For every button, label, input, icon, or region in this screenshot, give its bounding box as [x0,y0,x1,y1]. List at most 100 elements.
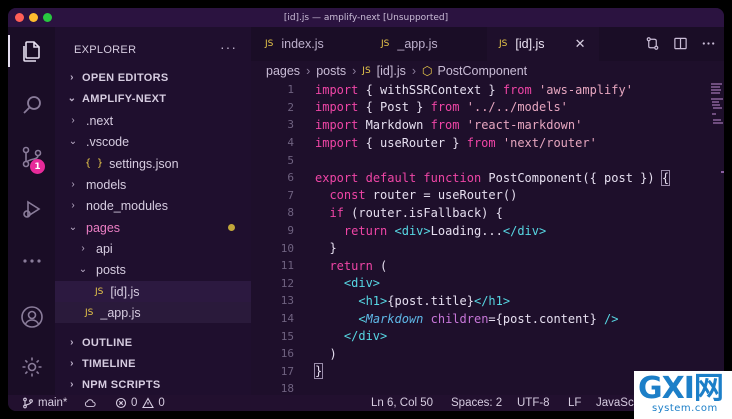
tree-item-settings-json[interactable]: { } settings.json [55,153,251,174]
explorer-more-button[interactable]: ··· [220,39,237,55]
code-line: 17 } [251,363,324,381]
project-section[interactable]: ⌄ AMPLIFY-NEXT [55,88,251,109]
code-text: } [313,363,324,380]
watermark-domain: system.com [652,403,718,414]
code-editor[interactable]: 1 import { withSSRContext } from 'aws-am… [251,81,711,395]
window-controls [15,13,52,22]
encoding-status[interactable]: UTF-8 [517,395,550,411]
compare-changes-icon[interactable] [644,35,660,51]
breadcrumb-separator: › [352,64,357,78]
line-number: 6 [287,171,294,185]
timeline-section[interactable]: › TIMELINE [55,353,251,374]
tab-index-js[interactable]: JS index.js [265,27,324,61]
code-line: 5 [251,151,294,169]
code-text: <Markdown children={post.content} /> [358,311,619,326]
tree-item-label: settings.json [109,156,179,171]
tree-item-models[interactable]: › models [55,174,251,195]
code-text: const router = useRouter() [329,188,518,203]
tab-label: _app.js [397,37,438,51]
js-file-icon: JS [95,286,104,297]
minimap-line [713,107,722,109]
code-text: import Markdown from 'react-markdown' [315,117,583,132]
split-editor-icon[interactable] [672,35,688,51]
line-number: 4 [287,136,294,150]
indentation-status[interactable]: Spaces: 2 [451,395,502,411]
minimap-line [711,89,721,91]
breadcrumb-item[interactable]: PostComponent [438,64,528,78]
close-window-button[interactable] [15,13,24,22]
title-bar: [id].js — amplify-next [Unsupported] [8,8,724,27]
code-line: 13 <h1>{post.title}</h1> [251,292,510,310]
close-icon[interactable]: ✕ [575,36,586,52]
tab-id-js[interactable]: JS [id].js ✕ [487,27,600,61]
error-count: 0 [131,397,138,409]
branch-icon [23,397,33,409]
gear-icon[interactable] [20,355,44,379]
tree-item-id-js[interactable]: JS [id].js [55,281,251,302]
code-line: 16 ) [251,345,337,363]
tree-item-next[interactable]: › .next [55,110,251,131]
code-text: <h1>{post.title}</h1> [358,293,511,308]
minimap-line [712,113,716,115]
search-icon[interactable] [20,93,44,117]
watermark-logo: GXI网 system.com [634,371,732,419]
js-file-icon: JS [265,39,274,49]
breadcrumb-item[interactable]: pages [266,64,300,78]
more-actions-icon[interactable] [700,35,716,51]
tree-item-label: .vscode [86,134,130,149]
tree-item-label: node_modules [86,198,169,213]
tree-item-posts[interactable]: ⌄ posts [55,259,251,280]
source-control-badge: 1 [30,159,45,174]
code-line: 15 </div> [251,327,388,345]
minimap-line [713,122,723,124]
tree-item-api[interactable]: › api [55,238,251,259]
minimap[interactable] [711,81,724,201]
tree-item-pages[interactable]: ⌄ pages [55,217,251,238]
line-number: 7 [287,188,294,202]
minimap-line [712,101,719,103]
tree-item-app-js[interactable]: JS _app.js [55,302,251,323]
tree-item-label: _app.js [100,305,141,320]
branch-status[interactable]: main* [22,395,67,411]
code-text: import { Post } from '../../models' [315,100,568,115]
line-number: 8 [287,206,294,220]
cursor-position[interactable]: Ln 6, Col 50 [371,395,433,411]
line-number: 17 [280,364,294,378]
eol-status[interactable]: LF [568,395,581,411]
sync-status[interactable] [84,395,100,411]
chevron-down-icon: ⌄ [67,93,77,104]
npm-scripts-label: NPM SCRIPTS [82,378,161,391]
tree-item-node-modules[interactable]: › node_modules [55,195,251,216]
code-line: 10 } [251,239,337,257]
project-label: AMPLIFY-NEXT [82,92,167,105]
minimap-line [711,92,720,94]
code-text: ) [315,346,337,361]
line-number: 11 [280,259,294,273]
open-editors-section[interactable]: › OPEN EDITORS [55,67,251,88]
line-number: 15 [280,329,294,343]
js-file-icon: JS [362,66,371,76]
line-number: 14 [280,312,294,326]
files-icon[interactable] [20,39,44,63]
account-icon[interactable] [20,305,44,329]
problems-status[interactable]: 0 0 [115,395,165,411]
active-indicator [8,35,10,67]
more-icon[interactable] [20,249,44,273]
minimap-line [711,83,722,85]
minimize-window-button[interactable] [29,13,38,22]
code-text: } [315,241,337,256]
tree-item-vscode[interactable]: ⌄ .vscode [55,131,251,152]
breadcrumb-item[interactable]: posts [316,64,346,78]
breadcrumb-item[interactable]: [id].js [377,64,406,78]
minimap-marker [721,171,724,173]
run-debug-icon[interactable] [20,197,44,221]
chevron-right-icon: › [70,379,74,390]
chevron-right-icon: › [71,200,75,211]
tab-app-js[interactable]: JS _app.js [381,27,438,61]
maximize-window-button[interactable] [43,13,52,22]
outline-section[interactable]: › OUTLINE [55,332,251,353]
code-line: 14 <Markdown children={post.content} /> [251,310,619,328]
branch-label: main* [38,397,68,409]
npm-scripts-section[interactable]: › NPM SCRIPTS [55,374,251,395]
chevron-right-icon: › [71,179,75,190]
